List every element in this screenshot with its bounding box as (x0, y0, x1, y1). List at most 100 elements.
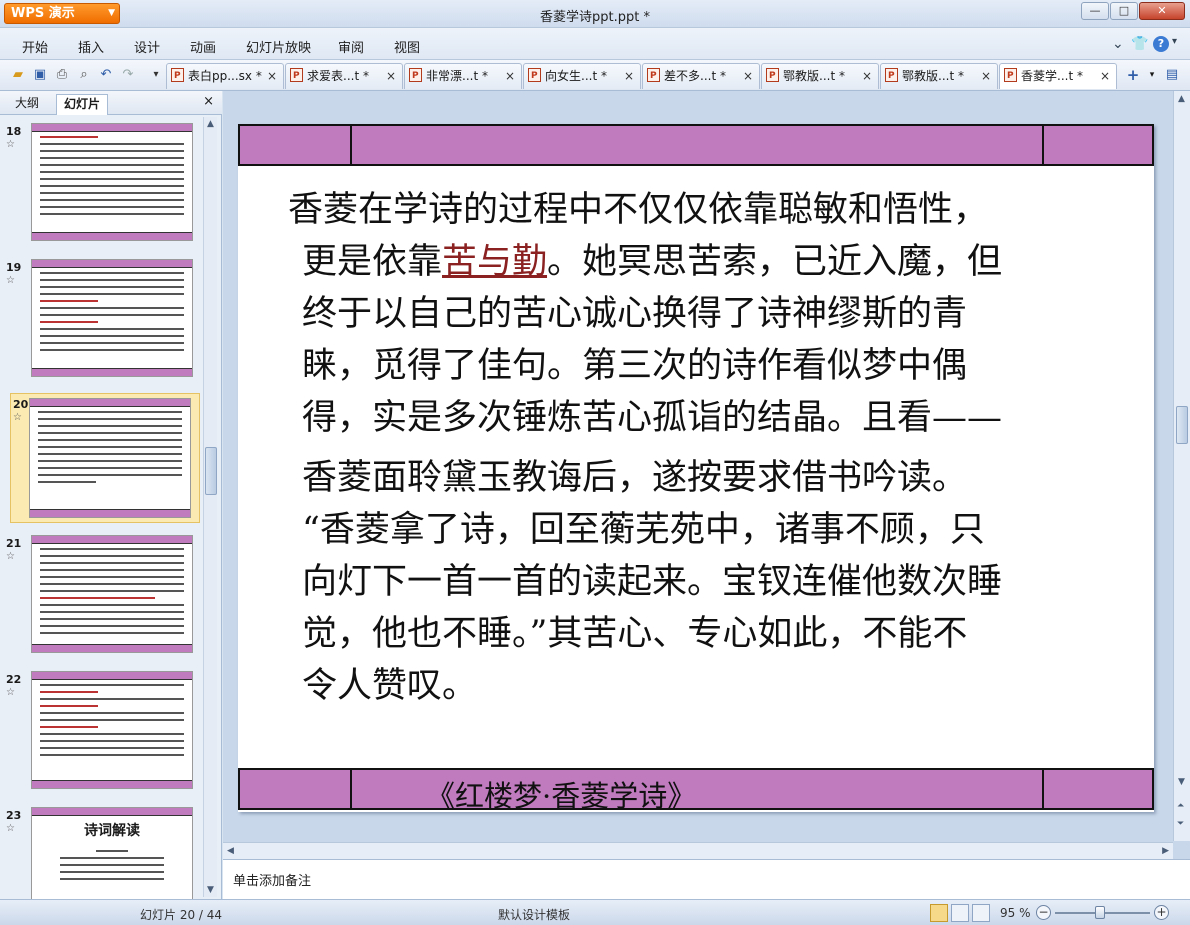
presentation-file-icon (528, 64, 541, 88)
menu-animation[interactable]: 动画 (190, 37, 216, 56)
help-icon[interactable]: ? (1153, 36, 1169, 52)
slide-thumbnail[interactable] (31, 535, 193, 653)
scroll-up-icon[interactable]: ▲ (1178, 94, 1185, 104)
presentation-file-icon (409, 64, 422, 88)
slide-thumbnail-list: 18 ☆ 19 ☆ 20 ☆ 21 ☆ 22 ☆ 23 ☆ 诗词解读 (0, 115, 204, 899)
status-bar: 幻灯片 20 / 44 默认设计模板 95 % − + (0, 899, 1190, 925)
ribbon-collapse-icon[interactable]: ⌄ (1112, 36, 1124, 52)
keyword-link[interactable]: 苦与勤 (442, 242, 547, 282)
menu-view[interactable]: 视图 (394, 37, 420, 56)
doc-tab[interactable]: 向女生...t * × (523, 63, 641, 89)
doc-tab-label: 非常漂...t * (426, 69, 488, 83)
tab-close-icon[interactable]: × (386, 64, 396, 88)
normal-view-icon[interactable] (930, 904, 948, 922)
slide-body-text[interactable]: 香菱在学诗的过程中不仅仅依靠聪敏和悟性， 更是依靠苦与勤。她冥思苦索，已近入魔，… (288, 184, 1118, 712)
previous-slide-icon[interactable]: ⏶ (1177, 801, 1184, 811)
scroll-thumb[interactable] (1176, 406, 1188, 444)
save-icon[interactable]: ▣ (31, 66, 49, 84)
notes-placeholder[interactable]: 单击添加备注 (233, 870, 311, 889)
tab-close-icon[interactable]: × (624, 64, 634, 88)
new-tab-icon[interactable]: + (1124, 66, 1142, 84)
doc-tab[interactable]: 差不多...t * × (642, 63, 760, 89)
slide-thumbnail[interactable] (31, 259, 193, 377)
doc-tab[interactable]: 非常漂...t * × (404, 63, 522, 89)
menu-insert[interactable]: 插入 (78, 37, 104, 56)
slide-canvas[interactable]: 香菱在学诗的过程中不仅仅依靠聪敏和悟性， 更是依靠苦与勤。她冥思苦索，已近入魔，… (238, 124, 1154, 815)
folder-open-icon[interactable]: ▰ (9, 66, 27, 84)
animation-star-icon: ☆ (6, 139, 15, 150)
tab-close-icon[interactable]: × (1100, 64, 1110, 88)
undo-icon[interactable]: ↶ (97, 66, 115, 84)
slide-number: 21 (6, 537, 22, 550)
doc-tab-active[interactable]: 香菱学...t * × (999, 63, 1117, 89)
window-layout-icon[interactable]: ▤ (1163, 66, 1181, 84)
slide-thumbnail[interactable] (29, 398, 191, 518)
print-icon[interactable]: ⎙ (53, 66, 71, 84)
slide-thumbnail-item[interactable]: 23 ☆ 诗词解读 (6, 805, 200, 899)
menu-review[interactable]: 审阅 (338, 37, 364, 56)
scroll-up-icon[interactable]: ▲ (207, 119, 214, 129)
tab-close-icon[interactable]: × (505, 64, 515, 88)
tab-list-icon[interactable]: ▾ (1143, 66, 1161, 84)
doc-tab[interactable]: 表白pp...sx * × (166, 63, 284, 89)
slide-number: 20 (13, 398, 29, 411)
tab-close-icon[interactable]: × (862, 64, 872, 88)
redo-icon[interactable]: ↷ (119, 66, 137, 84)
zoom-slider-handle[interactable] (1095, 906, 1105, 919)
slideshow-view-icon[interactable] (972, 904, 990, 922)
skin-icon[interactable]: 👕 (1131, 36, 1148, 52)
editor-vertical-scrollbar[interactable]: ▲ ▼ ⏶ ⏷ (1173, 91, 1190, 841)
slide-thumbnail-item-selected[interactable]: 20 ☆ (10, 393, 200, 523)
text-fragment: 。她冥思苦索，已近入魔，但 (547, 242, 1003, 282)
close-button[interactable]: ✕ (1139, 2, 1185, 20)
panel-scrollbar[interactable]: ▲ ▼ (203, 117, 217, 897)
next-slide-icon[interactable]: ⏷ (1177, 819, 1184, 829)
slide-thumbnail[interactable] (31, 671, 193, 789)
tab-close-icon[interactable]: × (743, 64, 753, 88)
tab-slides[interactable]: 幻灯片 (56, 94, 109, 115)
zoom-in-button[interactable]: + (1154, 905, 1169, 920)
window-title: 香菱学诗ppt.ppt * (540, 10, 650, 25)
notes-pane[interactable]: 单击添加备注 (223, 859, 1190, 899)
menu-home[interactable]: 开始 (22, 37, 48, 56)
maximize-button[interactable]: □ (1110, 2, 1138, 20)
scroll-down-icon[interactable]: ▼ (1178, 777, 1185, 787)
menu-design[interactable]: 设计 (134, 37, 160, 56)
menu-slideshow[interactable]: 幻灯片放映 (246, 37, 311, 56)
footer-title[interactable]: 《红楼梦·香菱学诗》 (426, 773, 696, 815)
scroll-right-icon[interactable]: ▶ (1162, 846, 1169, 856)
slide-thumbnail[interactable] (31, 123, 193, 241)
animation-star-icon: ☆ (6, 823, 15, 834)
slide-thumbnail-item[interactable]: 22 ☆ (6, 669, 200, 794)
tab-close-icon[interactable]: × (267, 64, 277, 88)
print-preview-icon[interactable]: ⌕ (75, 66, 93, 84)
slide-editor: 香菱在学诗的过程中不仅仅依靠聪敏和悟性， 更是依靠苦与勤。她冥思苦索，已近入魔，… (223, 91, 1190, 859)
minimize-button[interactable]: — (1081, 2, 1109, 20)
customize-toolbar-icon[interactable]: ▾ (147, 66, 165, 84)
zoom-out-button[interactable]: − (1036, 905, 1051, 920)
slide-thumbnail-item[interactable]: 21 ☆ (6, 533, 200, 658)
panel-close-icon[interactable]: × (203, 94, 214, 109)
tab-close-icon[interactable]: × (981, 64, 991, 88)
help-dropdown-icon[interactable]: ▾ (1172, 36, 1177, 47)
scroll-down-icon[interactable]: ▼ (207, 885, 214, 895)
doc-tab[interactable]: 求爱表...t * × (285, 63, 403, 89)
editor-horizontal-scrollbar[interactable]: ◀ ▶ (223, 842, 1173, 859)
scroll-thumb[interactable] (205, 447, 217, 495)
doc-tab[interactable]: 鄂教版...t * × (761, 63, 879, 89)
slide-number: 18 (6, 125, 22, 138)
slide-sorter-view-icon[interactable] (951, 904, 969, 922)
doc-tab-label: 鄂教版...t * (902, 69, 964, 83)
slide-thumbnail[interactable]: 诗词解读 (31, 807, 193, 899)
animation-star-icon: ☆ (6, 551, 15, 562)
scroll-left-icon[interactable]: ◀ (227, 846, 234, 856)
slide-thumbnail-item[interactable]: 19 ☆ (6, 257, 200, 382)
doc-tab-label: 向女生...t * (545, 69, 607, 83)
presentation-file-icon (290, 64, 303, 88)
text-line: 觉，他也不睡。”其苦心、专心如此，不能不 (302, 614, 968, 654)
slides-panel: 大纲 幻灯片 × 18 ☆ 19 ☆ 20 ☆ 21 ☆ 22 ☆ 23 ☆ 诗… (0, 91, 222, 899)
doc-tab-label: 香菱学...t * (1021, 69, 1083, 83)
slide-thumbnail-item[interactable]: 18 ☆ (6, 121, 200, 246)
tab-outline[interactable]: 大纲 (8, 94, 46, 115)
doc-tab[interactable]: 鄂教版...t * × (880, 63, 998, 89)
